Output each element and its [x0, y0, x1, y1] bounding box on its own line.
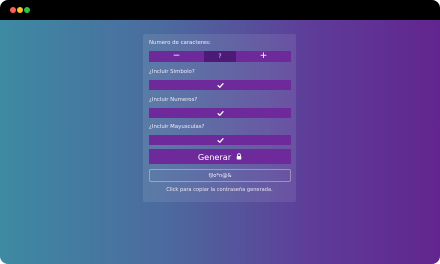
generate-button[interactable]: Generar	[149, 149, 291, 164]
symbols-toggle[interactable]	[149, 80, 291, 90]
length-value: ?	[204, 51, 236, 62]
minimize-window-button[interactable]	[17, 7, 23, 13]
password-generator-panel: Numero de caracteres: − ? + ¿Incluir Sim…	[143, 34, 296, 202]
symbols-label: ¿Incluir Simbolo?	[149, 69, 195, 75]
lock-icon	[236, 153, 242, 160]
title-bar	[0, 0, 440, 20]
increase-length-button[interactable]: +	[236, 51, 291, 62]
uppercase-label: ¿Incluir Mayusculas?	[149, 124, 205, 130]
generate-button-label: Generar	[197, 151, 232, 162]
maximize-window-button[interactable]	[24, 7, 30, 13]
numbers-toggle[interactable]	[149, 108, 291, 118]
uppercase-toggle[interactable]	[149, 135, 291, 145]
app-window: Numero de caracteres: − ? + ¿Incluir Sim…	[0, 0, 440, 264]
decrease-length-button[interactable]: −	[149, 51, 204, 62]
check-icon	[216, 110, 224, 116]
check-icon	[216, 137, 224, 143]
close-window-button[interactable]	[10, 7, 16, 13]
numbers-label: ¿Incluir Numeros?	[149, 97, 198, 103]
length-stepper: − ? +	[149, 51, 291, 62]
page-background: Numero de caracteres: − ? + ¿Incluir Sim…	[0, 20, 440, 264]
copy-hint: Click para copiar la contraseña generada…	[166, 187, 273, 193]
length-label: Numero de caracteres:	[149, 40, 211, 46]
generated-password-field[interactable]: fjlo*n@&	[149, 169, 291, 182]
check-icon	[216, 82, 224, 88]
